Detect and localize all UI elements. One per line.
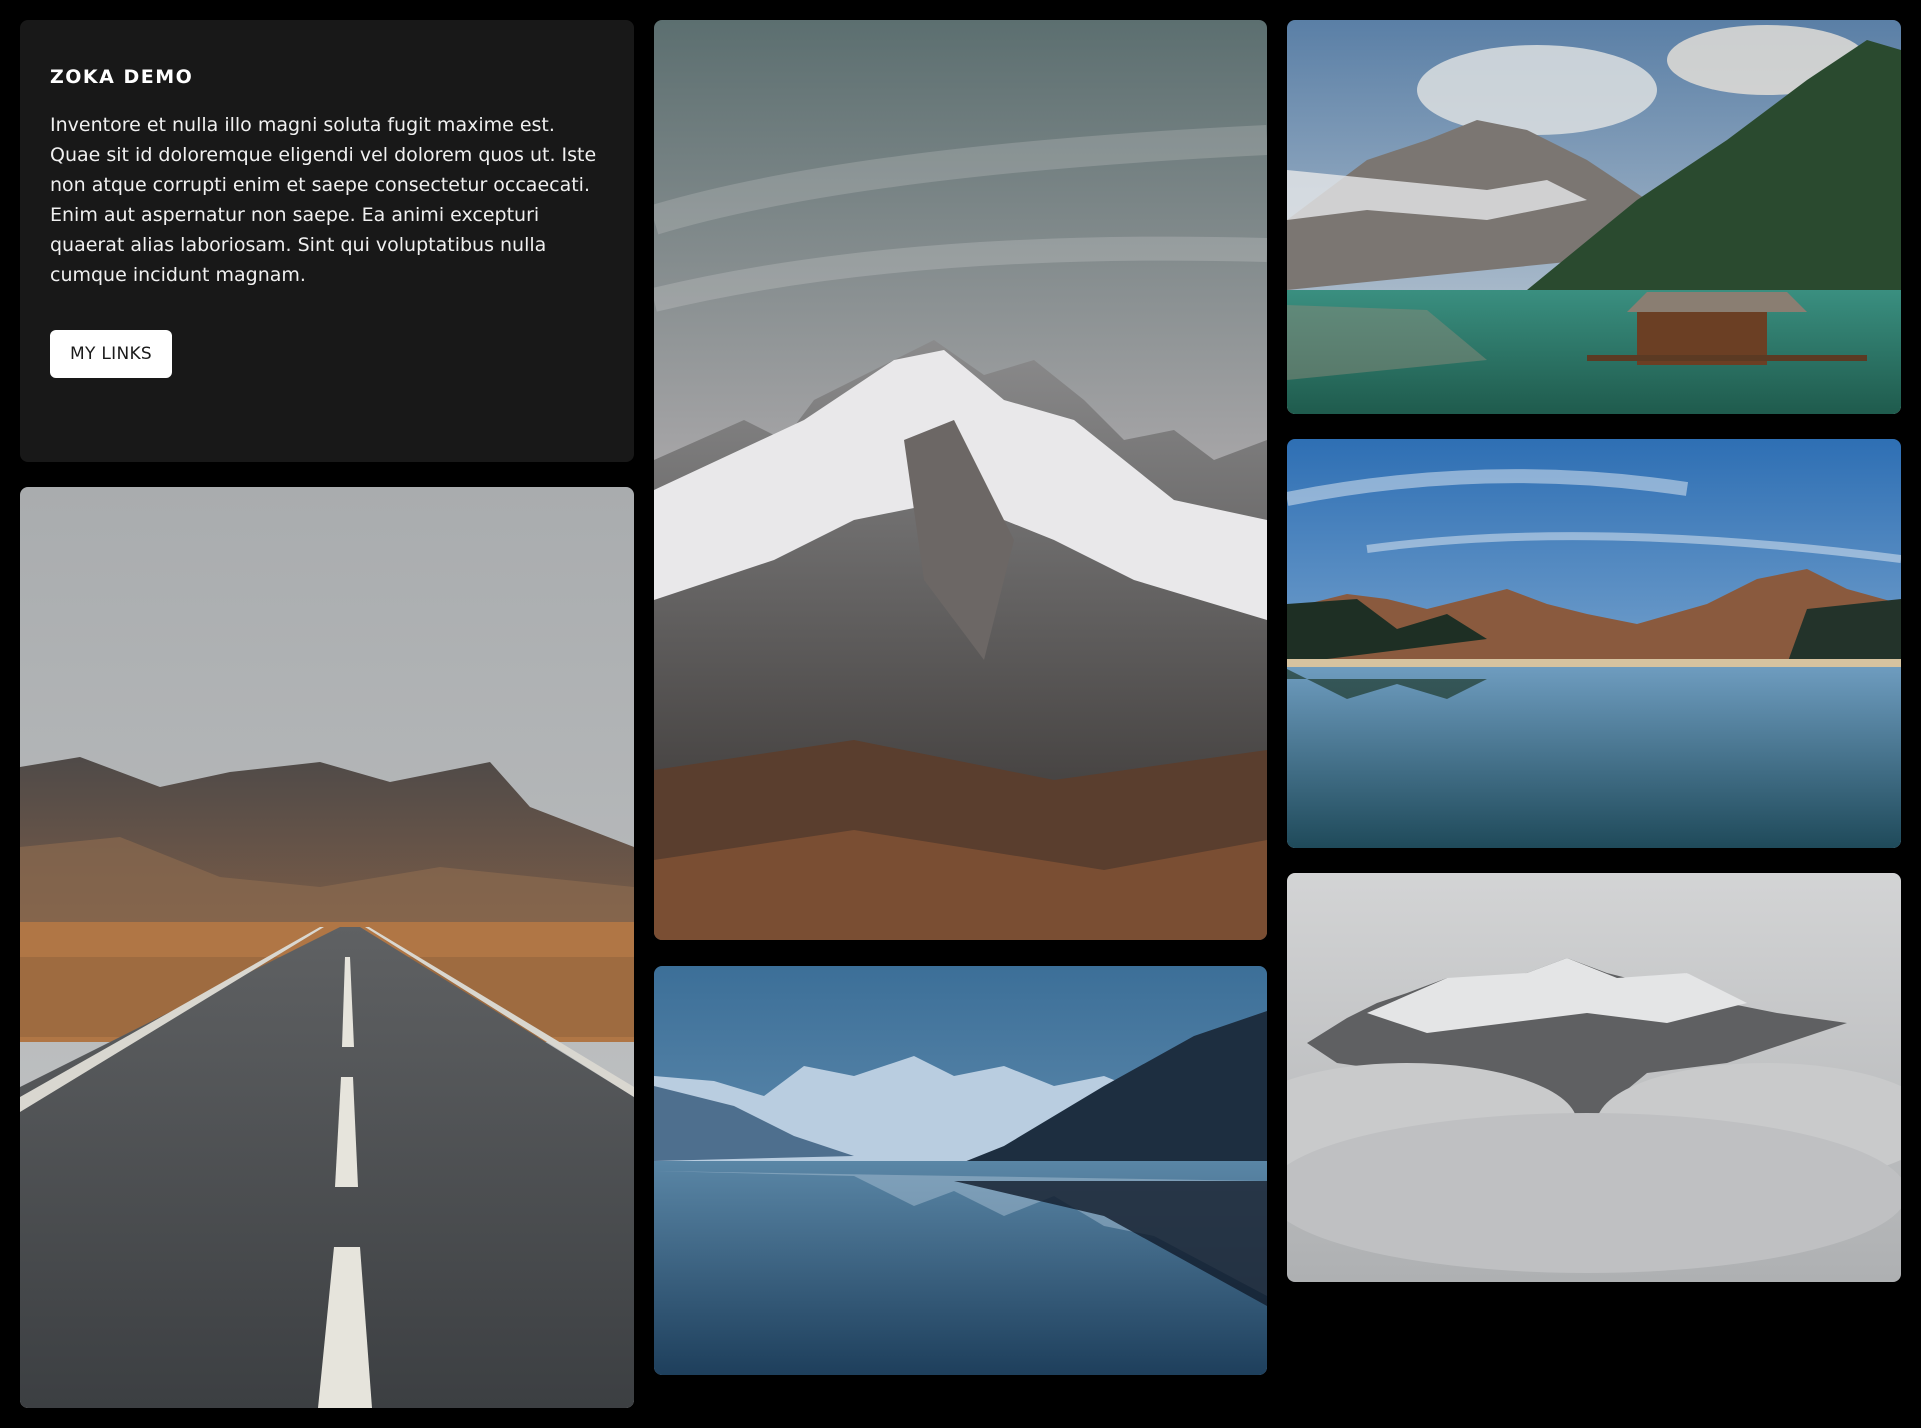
mountain-lake-image bbox=[1287, 439, 1901, 848]
snowy-mountain-image bbox=[654, 20, 1267, 940]
site-title: ZOKA DEMO bbox=[50, 66, 194, 88]
photo-blue-lake[interactable] bbox=[654, 966, 1267, 1375]
intro-card: ZOKA DEMO Inventore et nulla illo magni … bbox=[20, 20, 634, 462]
photo-foggy-mountain[interactable] bbox=[1287, 873, 1901, 1282]
blue-lake-image bbox=[654, 966, 1267, 1375]
my-links-button[interactable]: MY LINKS bbox=[50, 330, 172, 378]
foggy-mountain-image bbox=[1287, 873, 1901, 1282]
photo-snowy-mountain[interactable] bbox=[654, 20, 1267, 940]
photo-road-mountains[interactable] bbox=[20, 487, 634, 1408]
photo-mountain-lake[interactable] bbox=[1287, 439, 1901, 848]
road-image bbox=[20, 487, 634, 1408]
cabin-lake-image bbox=[1287, 20, 1901, 414]
intro-text: Inventore et nulla illo magni soluta fug… bbox=[50, 114, 597, 286]
photo-cabin-lake[interactable] bbox=[1287, 20, 1901, 414]
